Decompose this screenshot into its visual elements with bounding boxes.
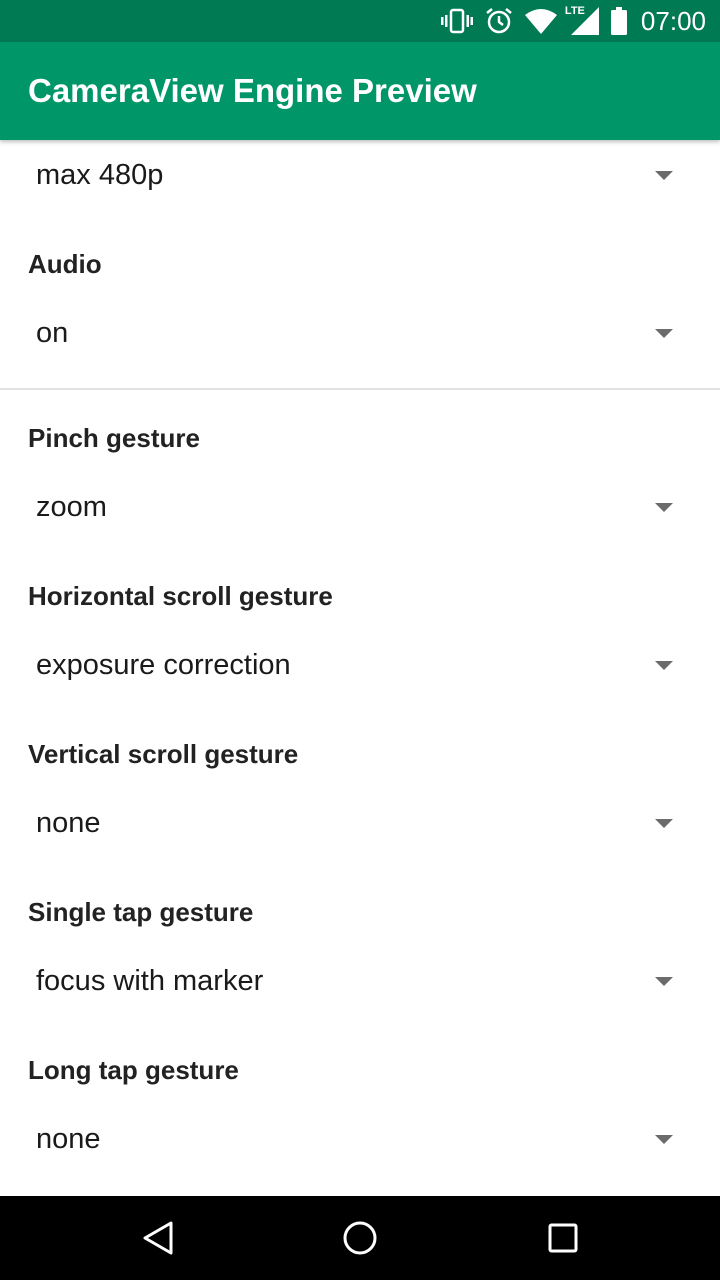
pinch-gesture-label: Pinch gesture: [28, 423, 200, 453]
vertical-scroll-gesture-label: Vertical scroll gesture: [28, 739, 299, 769]
wifi-icon: [524, 8, 557, 34]
long-tap-gesture-label: Long tap gesture: [28, 1055, 239, 1085]
section-divider: [0, 388, 720, 390]
dropdown-arrow-icon: [655, 503, 673, 512]
single-tap-gesture-spinner[interactable]: focus with marker: [0, 949, 720, 1013]
spinner-value: none: [36, 807, 101, 839]
audio-label: Audio: [28, 249, 102, 279]
spinner-value: on: [36, 317, 69, 349]
recents-icon: [548, 1223, 578, 1253]
audio-spinner[interactable]: on: [0, 301, 720, 365]
app-bar: CameraView Engine Preview: [0, 42, 720, 140]
spinner-value: focus with marker: [36, 965, 264, 997]
horizontal-scroll-gesture-spinner[interactable]: exposure correction: [0, 633, 720, 697]
status-time: 07:00: [640, 5, 706, 36]
video-size-spinner[interactable]: max 480p: [0, 143, 720, 207]
horizontal-scroll-gesture-label: Horizontal scroll gesture: [28, 581, 333, 611]
recents-button[interactable]: [503, 1196, 623, 1280]
back-icon: [143, 1221, 173, 1255]
pinch-gesture-spinner[interactable]: zoom: [0, 475, 720, 539]
spinner-value: max 480p: [36, 159, 164, 191]
app-title: CameraView Engine Preview: [28, 72, 477, 109]
vertical-scroll-gesture-spinner[interactable]: none: [0, 791, 720, 855]
spinner-value: exposure correction: [36, 649, 291, 681]
lte-label: LTE: [564, 5, 585, 17]
dropdown-arrow-icon: [655, 329, 673, 338]
lte-signal-icon: LTE: [565, 5, 599, 35]
dropdown-arrow-icon: [655, 1135, 673, 1144]
status-icons: LTE 07:00: [440, 0, 706, 42]
status-bar: LTE 07:00: [0, 0, 720, 42]
single-tap-gesture-label: Single tap gesture: [28, 897, 254, 927]
long-tap-gesture-spinner[interactable]: none: [0, 1107, 720, 1171]
spinner-value: none: [36, 1123, 101, 1155]
navigation-bar: [0, 1196, 720, 1280]
home-button[interactable]: [300, 1196, 420, 1280]
dropdown-arrow-icon: [655, 661, 673, 670]
settings-list[interactable]: max 480p Audio on Pinch gesture zoom Hor…: [0, 140, 720, 1196]
dropdown-arrow-icon: [655, 171, 673, 180]
home-icon: [343, 1221, 377, 1255]
dropdown-arrow-icon: [655, 819, 673, 828]
battery-icon: [610, 7, 627, 35]
dropdown-arrow-icon: [655, 977, 673, 986]
vibrate-icon: [440, 8, 473, 34]
back-button[interactable]: [98, 1196, 218, 1280]
spinner-value: zoom: [36, 491, 107, 523]
alarm-icon: [485, 7, 513, 35]
